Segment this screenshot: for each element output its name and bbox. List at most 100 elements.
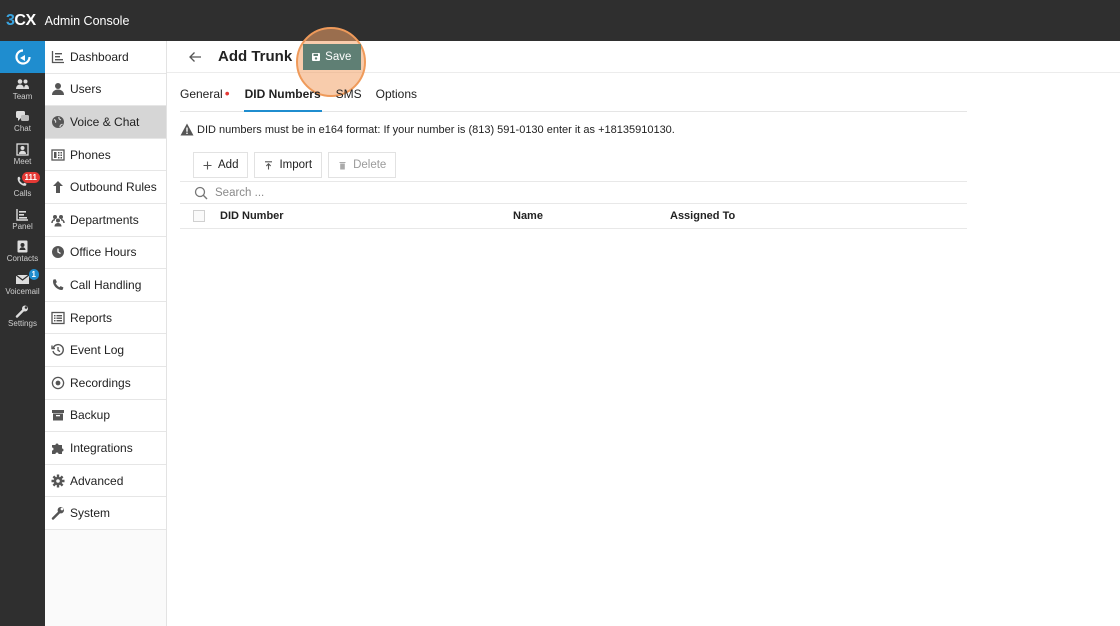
plus-icon <box>203 161 212 169</box>
chat-icon <box>16 111 29 122</box>
panel-icon <box>16 208 28 221</box>
tab-label: DID Numbers <box>244 87 321 101</box>
sidebar-item-label: Departments <box>70 212 139 227</box>
rail-item-contacts[interactable]: Contacts <box>0 236 45 269</box>
tab-label: Options <box>375 87 417 101</box>
sidebar-item-backup[interactable]: Backup <box>45 399 166 433</box>
sidebar-item-label: Office Hours <box>70 245 137 260</box>
save-button-label: Save <box>325 50 352 63</box>
sidebar-item-label: Outbound Rules <box>70 180 157 195</box>
main-content: Add Trunk Save General • DID Numbers SMS … <box>167 26 1120 626</box>
sidebar-item-voice-chat[interactable]: Voice & Chat <box>45 106 166 139</box>
column-header-did-number[interactable]: DID Number <box>220 210 284 222</box>
tab-general[interactable]: General • <box>180 81 230 112</box>
archive-icon <box>52 410 64 421</box>
app-logo[interactable]: 3CX <box>6 12 36 30</box>
rail-item-label: Panel <box>12 221 33 231</box>
sidebar-item-dashboard[interactable]: Dashboard <box>45 41 166 74</box>
sidebar-item-label: Users <box>70 82 102 97</box>
clock-icon <box>52 246 64 259</box>
history-icon <box>51 344 64 356</box>
required-indicator: • <box>224 85 230 101</box>
rail-item-calls[interactable]: 111 Calls <box>0 171 45 204</box>
tab-did-numbers[interactable]: DID Numbers <box>243 81 322 112</box>
import-button-label: Import <box>279 159 313 171</box>
rail-item-label: Contacts <box>6 254 39 264</box>
sidebar-item-label: Event Log <box>70 343 125 358</box>
add-button[interactable]: Add <box>193 152 249 178</box>
sidebar-item-outbound-rules[interactable]: Outbound Rules <box>45 171 166 204</box>
app-rail: Team Chat Meet 111 Calls Panel Contacts … <box>0 41 45 626</box>
column-header-assigned-to[interactable]: Assigned To <box>670 210 735 222</box>
sidebar-item-recordings[interactable]: Recordings <box>45 366 166 400</box>
format-notice: DID numbers must be in e164 format: If y… <box>180 123 675 136</box>
grid-toolbar: Add Import Delete <box>193 152 397 178</box>
sidebar-item-label: Call Handling <box>70 277 142 292</box>
rail-item-team[interactable]: Team <box>0 73 45 106</box>
sidebar: Dashboard Users Voice & Chat Phones Outb… <box>45 41 167 626</box>
add-button-label: Add <box>218 159 239 171</box>
delete-button-label: Delete <box>353 159 387 171</box>
notice-text: DID numbers must be in e164 format: If y… <box>197 123 675 136</box>
sidebar-item-call-handling[interactable]: Call Handling <box>45 269 166 302</box>
sidebar-item-event-log[interactable]: Event Log <box>45 334 166 367</box>
globe-icon <box>52 115 64 128</box>
sidebar-item-reports[interactable]: Reports <box>45 301 166 335</box>
sidebar-item-departments[interactable]: Departments <box>45 203 166 237</box>
sidebar-item-system[interactable]: System <box>45 497 166 530</box>
rail-item-voicemail[interactable]: 1 Voicemail <box>0 268 45 301</box>
save-button[interactable]: Save <box>303 43 362 70</box>
table-header: DID Number Name Assigned To <box>180 204 967 229</box>
sidebar-item-label: Integrations <box>70 440 133 455</box>
page-header: Add Trunk Save <box>167 26 1120 97</box>
home-button[interactable] <box>0 41 45 73</box>
rail-item-settings[interactable]: Settings <box>0 301 45 334</box>
sidebar-item-label: Reports <box>70 310 113 325</box>
did-numbers-table: Search ... DID Number Name Assigned To <box>180 181 967 229</box>
warning-icon <box>180 123 194 136</box>
import-button[interactable]: Import <box>254 152 323 178</box>
rail-item-chat[interactable]: Chat <box>0 106 45 139</box>
sidebar-item-label: Advanced <box>70 473 124 488</box>
voicemail-badge: 1 <box>28 269 39 280</box>
sidebar-item-users[interactable]: Users <box>45 73 166 107</box>
sidebar-item-label: Recordings <box>70 375 131 390</box>
floppy-disk-icon <box>312 52 321 61</box>
tab-options[interactable]: Options <box>376 81 417 112</box>
rail-item-label: Calls <box>13 189 32 199</box>
sidebar-item-office-hours[interactable]: Office Hours <box>45 236 166 270</box>
reports-icon <box>51 311 65 324</box>
phone-device-icon <box>51 148 65 161</box>
back-arrow-icon[interactable] <box>187 49 203 65</box>
rail-item-label: Settings <box>8 319 37 329</box>
calls-badge: 111 <box>21 171 40 183</box>
select-all-checkbox[interactable] <box>193 210 205 222</box>
top-bar: 3CX Admin Console <box>0 0 1120 41</box>
upload-icon <box>265 160 273 169</box>
sidebar-item-label: Voice & Chat <box>70 114 140 129</box>
tab-sms[interactable]: SMS <box>336 81 362 112</box>
app-title: Admin Console <box>44 13 130 28</box>
tab-bar: General • DID Numbers SMS Options <box>180 81 967 112</box>
sidebar-item-advanced[interactable]: Advanced <box>45 464 166 498</box>
sidebar-item-label: Phones <box>70 147 111 162</box>
sidebar-item-phones[interactable]: Phones <box>45 138 166 172</box>
sidebar-item-integrations[interactable]: Integrations <box>45 432 166 465</box>
rail-item-label: Chat <box>14 124 31 134</box>
handset-icon <box>53 279 64 290</box>
departments-icon <box>51 214 65 227</box>
tab-label: General <box>180 87 223 101</box>
sidebar-item-label: Backup <box>70 408 111 423</box>
delete-button[interactable]: Delete <box>328 152 397 178</box>
column-header-name[interactable]: Name <box>513 210 543 222</box>
save-button-wrapper: Save <box>296 26 367 97</box>
tab-label: SMS <box>335 87 362 101</box>
home-icon <box>14 49 31 65</box>
team-icon <box>16 78 29 89</box>
sidebar-item-label: System <box>70 506 111 521</box>
rail-item-panel[interactable]: Panel <box>0 203 45 236</box>
search-input[interactable]: Search ... <box>180 181 967 204</box>
rail-item-meet[interactable]: Meet <box>0 138 45 171</box>
voicemail-icon <box>15 274 30 284</box>
arrow-up-icon <box>53 181 63 194</box>
